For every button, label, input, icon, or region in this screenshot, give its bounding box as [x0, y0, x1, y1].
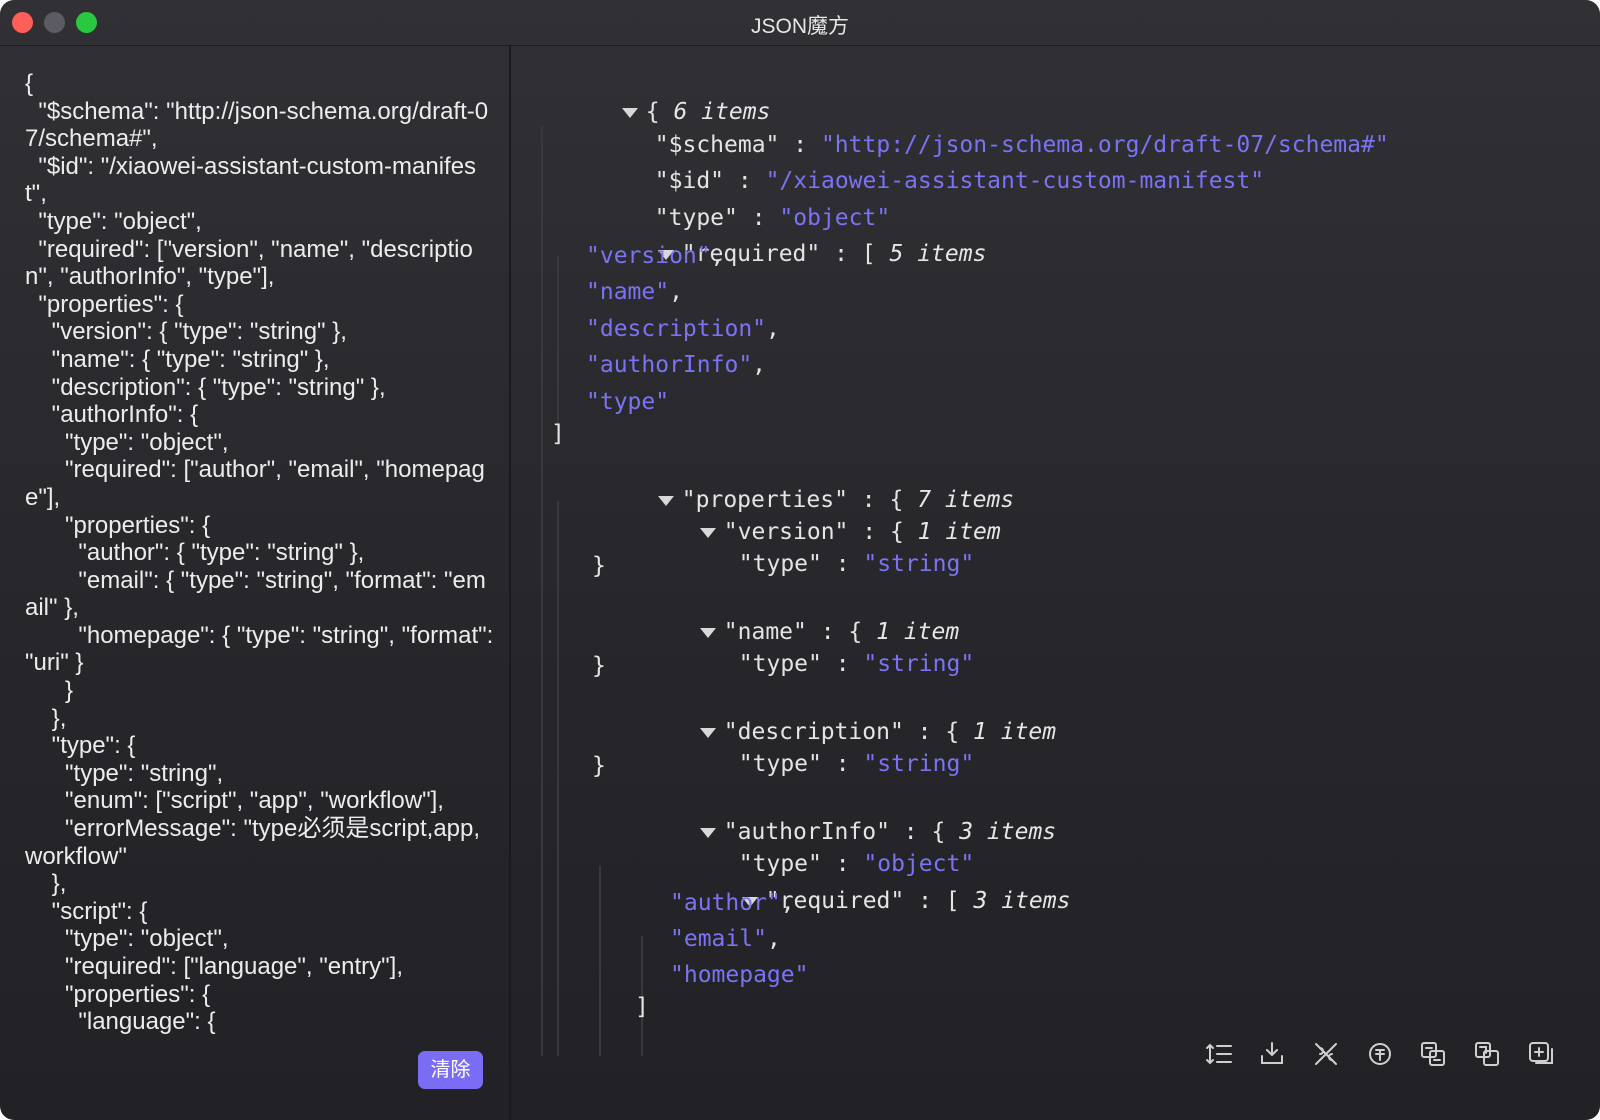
escape-icon[interactable]	[1362, 1036, 1398, 1072]
tree-guide-line	[557, 501, 559, 1056]
remove-escape-icon[interactable]	[1308, 1036, 1344, 1072]
close-brace: }	[592, 653, 606, 679]
tree-array-item: "homepage"	[670, 962, 809, 988]
key: "type"	[738, 651, 822, 677]
key: "type"	[738, 751, 822, 777]
raw-json-editor[interactable]: { "$schema": "http://json-schema.org/dra…	[25, 70, 495, 1046]
tree-row-description: "description" : { 1 item	[589, 687, 1056, 745]
tree-row-version-type: "type" : "string"	[738, 551, 975, 577]
tree-row-id: "$id" : "/xiaowei-assistant-custom-manif…	[654, 168, 1265, 194]
add-icon[interactable]	[1523, 1036, 1559, 1072]
expand-icon[interactable]	[1254, 1036, 1290, 1072]
app-window: JSON魔方 { "$schema": "http://json-schema.…	[0, 0, 1600, 1120]
tree-array-item: "email",	[670, 926, 781, 952]
window-title: JSON魔方	[750, 15, 849, 38]
line-numbers-icon[interactable]	[1201, 1036, 1237, 1072]
tree-array-item: "name",	[586, 279, 683, 305]
clear-button[interactable]: 清除	[418, 1051, 483, 1089]
title-bar: JSON魔方	[0, 0, 1600, 46]
tree-array-item: "authorInfo",	[586, 352, 767, 378]
tree-row-description-type: "type" : "string"	[738, 751, 975, 777]
toolbar	[1201, 1036, 1581, 1076]
tree-row-properties: "properties" : { 7 items	[547, 455, 1014, 513]
tree-row-schema: "$schema" : "http://json-schema.org/draf…	[654, 132, 1389, 158]
tree-array-item: "version",	[586, 243, 725, 269]
count: 1 item	[973, 719, 1057, 745]
tree-root-row: { 6 items	[511, 67, 770, 125]
count: 5 items	[889, 241, 987, 267]
tree-row-required: "required" : [ 5 items	[547, 209, 986, 267]
tree-row-name-type: "type" : "string"	[738, 651, 975, 677]
tree-row-type: "type" : "object"	[654, 205, 891, 231]
count: 3 items	[973, 888, 1071, 914]
tree-array-item: "description",	[586, 316, 780, 342]
raw-json-pane: { "$schema": "http://json-schema.org/dra…	[0, 46, 511, 1120]
close-brace: }	[592, 553, 606, 579]
tree-array-item: "type"	[586, 389, 670, 415]
close-brace: }	[592, 753, 606, 779]
json-tree: { 6 items "$schema" : "http://json-schem…	[511, 66, 1600, 1056]
tree-row-version: "version" : { 1 item	[589, 487, 1001, 545]
close-bracket: ]	[551, 421, 565, 447]
compress-icon[interactable]	[1415, 1036, 1451, 1072]
tree-row-name: "name" : { 1 item	[589, 587, 959, 645]
close-bracket: ]	[635, 994, 649, 1020]
copy-icon[interactable]	[1469, 1036, 1505, 1072]
key: "type"	[738, 551, 822, 577]
tree-array-item: "author",	[670, 890, 795, 916]
tree-guide-line	[541, 126, 543, 1056]
tree-row-authorinfo: "authorInfo" : { 3 items	[589, 787, 1056, 845]
tree-guide-line	[599, 866, 601, 1056]
tree-row-authorinfo-required: "required" : [ 3 items	[631, 856, 1070, 914]
json-tree-pane: { 6 items "$schema" : "http://json-schem…	[511, 46, 1600, 1120]
tree-row-authorinfo-type: "type" : "object"	[738, 851, 975, 877]
